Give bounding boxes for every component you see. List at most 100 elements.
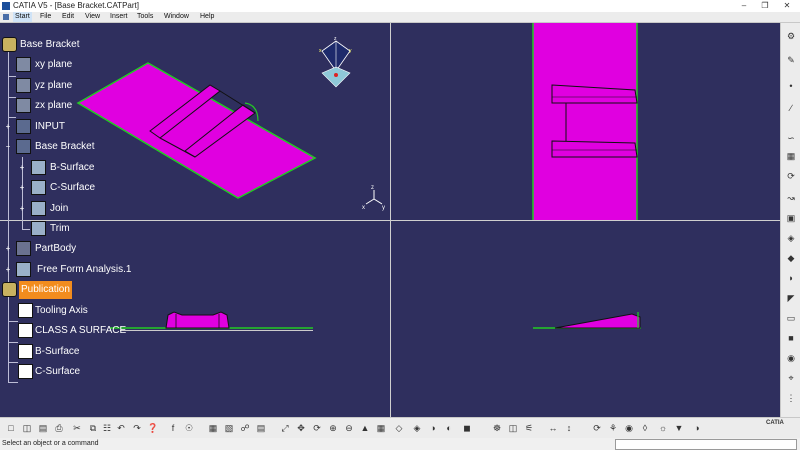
menu-view[interactable]: View (85, 12, 100, 22)
surface-icon (31, 180, 46, 195)
save-icon[interactable]: ▤ (36, 421, 50, 435)
trim-tool-icon[interactable]: ◤ (784, 291, 798, 305)
render-icon[interactable]: ◑ (690, 421, 704, 435)
geometry-viewport[interactable]: z x y z x y Base Bracket xy plane yz pla… (0, 23, 780, 417)
command-input[interactable] (615, 439, 797, 450)
menu-bar: Start File Edit View Insert Tools Window… (0, 12, 800, 23)
sweep-icon[interactable]: ↝ (784, 191, 798, 205)
expand-plus-icon[interactable]: + (18, 164, 26, 172)
material-icon[interactable]: ◊ (638, 421, 652, 435)
pan-icon[interactable]: ✥ (294, 421, 308, 435)
constraint-icon[interactable]: ⚟ (522, 421, 536, 435)
zoom-in-icon[interactable]: ⊕ (326, 421, 340, 435)
tree-connector (8, 76, 16, 77)
tree-node-label: CLASS A SURFACE (35, 325, 127, 336)
catalog-icon[interactable]: ▦ (206, 421, 220, 435)
layer-icon[interactable]: ◼ (460, 421, 474, 435)
restore-button[interactable]: ❐ (754, 0, 776, 12)
formula-icon[interactable]: f (166, 421, 180, 435)
join-icon (31, 201, 46, 216)
shading-icon[interactable]: ◉ (622, 421, 636, 435)
menu-tools[interactable]: Tools (137, 12, 153, 22)
fit-all-icon[interactable]: ⤢ (278, 421, 292, 435)
paste-icon[interactable]: ☷ (100, 421, 114, 435)
offset-icon[interactable]: ▭ (784, 311, 798, 325)
menu-insert[interactable]: Insert (110, 12, 128, 22)
more-tools-icon[interactable]: ⋮ (784, 391, 798, 405)
menu-file[interactable]: File (40, 12, 51, 22)
analysis-tool-icon[interactable]: ◉ (784, 351, 798, 365)
compass-tool-icon[interactable]: ☸ (490, 421, 504, 435)
zoom-out-icon[interactable]: ⊖ (342, 421, 356, 435)
workbench-icon[interactable]: ⚙ (784, 29, 798, 43)
collapse-minus-icon[interactable]: − (4, 143, 12, 151)
open-icon[interactable]: ◫ (20, 421, 34, 435)
close-button[interactable]: ✕ (776, 0, 798, 12)
links-icon[interactable]: ☍ (238, 421, 252, 435)
tree-node-label: C-Surface (50, 182, 96, 193)
refresh-icon[interactable]: ⟳ (590, 421, 604, 435)
tree-node-label: Free Form Analysis.1 (37, 264, 132, 275)
menu-start[interactable]: Start (13, 12, 32, 22)
view-mode-icon[interactable]: ◈ (410, 421, 424, 435)
triad-y-label: y (382, 205, 385, 211)
snap-icon[interactable]: ◫ (506, 421, 520, 435)
publication-item-icon (18, 344, 33, 359)
status-message: Select an object or a command (2, 440, 99, 447)
tree-node-label: C-Surface (35, 366, 81, 377)
menu-window[interactable]: Window (164, 12, 189, 22)
join-tool-icon[interactable]: ◆ (784, 251, 798, 265)
rotate-3d-icon[interactable]: ⚘ (606, 421, 620, 435)
multi-view-icon[interactable]: ▦ (374, 421, 388, 435)
line-icon[interactable]: ∕ (784, 101, 798, 115)
measure-item-icon[interactable]: ↕ (562, 421, 576, 435)
sketch-icon[interactable]: ✎ (784, 53, 798, 67)
properties-icon[interactable]: ▤ (254, 421, 268, 435)
split-icon[interactable]: ◗ (784, 271, 798, 285)
rotate-icon[interactable]: ⟳ (310, 421, 324, 435)
part-icon (2, 37, 17, 52)
body-icon (16, 241, 31, 256)
expand-plus-icon[interactable]: + (4, 266, 12, 274)
menu-edit[interactable]: Edit (62, 12, 74, 22)
blend-icon[interactable]: ◈ (784, 231, 798, 245)
fill-icon[interactable]: ▣ (784, 211, 798, 225)
extrude-icon[interactable]: ▦ (784, 149, 798, 163)
undo-icon[interactable]: ↶ (114, 421, 128, 435)
measure-icon[interactable]: ⌖ (784, 371, 798, 385)
normal-view-icon[interactable]: ▲ (358, 421, 372, 435)
publication-icon (2, 282, 17, 297)
revolve-icon[interactable]: ⟳ (784, 169, 798, 183)
light-icon[interactable]: ☼ (656, 421, 670, 435)
tree-node-label: B-Surface (35, 346, 80, 357)
knowledge-icon[interactable]: ☉ (182, 421, 196, 435)
tree-node-label: Join (50, 203, 69, 214)
cut-icon[interactable]: ✂ (70, 421, 84, 435)
iso-view-icon[interactable]: ◇ (392, 421, 406, 435)
tree-node-label: xy plane (35, 59, 73, 70)
new-icon[interactable]: □ (4, 421, 18, 435)
menu-help[interactable]: Help (200, 12, 214, 22)
hide-show-icon[interactable]: ◑ (426, 421, 440, 435)
expand-plus-icon[interactable]: + (18, 205, 26, 213)
point-icon[interactable]: • (784, 79, 798, 93)
curve-icon[interactable]: ∽ (784, 131, 798, 145)
bottom-toolbar: □ ◫ ▤ ⎙ ✂ ⧉ ☷ ↶ ↷ ❓ f ☉ ▦ ▧ ☍ ▤ ⤢ ✥ ⟳ ⊕ … (0, 417, 800, 439)
minimize-button[interactable]: – (733, 0, 755, 12)
tree-connector (8, 97, 16, 98)
expand-plus-icon[interactable]: + (4, 123, 12, 131)
measure-between-icon[interactable]: ↔ (546, 421, 560, 435)
tree-connector (8, 321, 18, 322)
expand-plus-icon[interactable]: + (18, 184, 26, 192)
print-icon[interactable]: ⎙ (52, 421, 66, 435)
tools-palette-icon[interactable]: ▧ (222, 421, 236, 435)
copy-icon[interactable]: ⧉ (86, 421, 100, 435)
cube-icon[interactable]: ■ (784, 331, 798, 345)
whats-this-icon[interactable]: ❓ (146, 421, 160, 435)
tree-node-label-selected: Publication (19, 281, 72, 299)
expand-plus-icon[interactable]: + (4, 245, 12, 253)
redo-icon[interactable]: ↷ (130, 421, 144, 435)
geometrical-set-icon (16, 139, 31, 154)
filter-icon[interactable]: ▼ (672, 421, 686, 435)
swap-visible-icon[interactable]: ◐ (442, 421, 456, 435)
